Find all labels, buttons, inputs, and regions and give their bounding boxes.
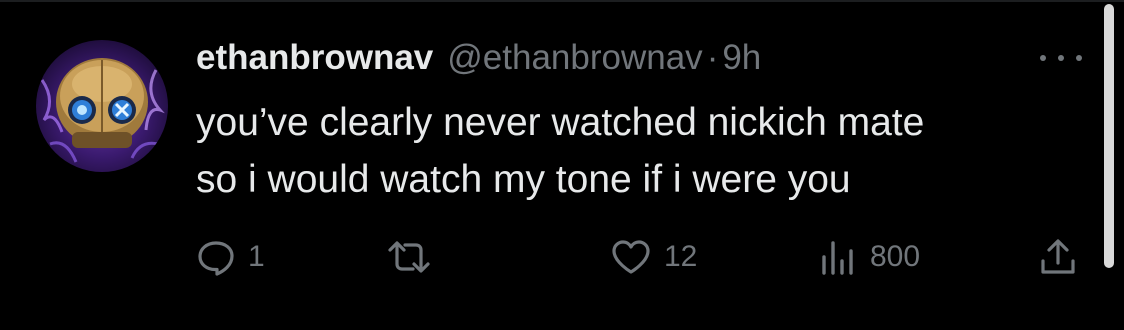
tweet-content: ethanbrownav @ethanbrownav · 9h you’ve c… bbox=[196, 38, 1076, 208]
more-dot-icon bbox=[1040, 55, 1046, 61]
reply-button[interactable]: 1 bbox=[196, 232, 265, 282]
more-dot-icon bbox=[1076, 55, 1082, 61]
share-button[interactable] bbox=[1038, 232, 1078, 282]
display-name[interactable]: ethanbrownav bbox=[196, 38, 433, 78]
like-count: 12 bbox=[664, 240, 698, 273]
timestamp[interactable]: 9h bbox=[722, 38, 761, 78]
share-icon bbox=[1038, 237, 1078, 277]
user-handle[interactable]: @ethanbrownav bbox=[447, 38, 702, 78]
tweet-actions: 1 12 800 bbox=[196, 232, 1076, 282]
tweet-text-line-1: you’ve clearly never watched nickich mat… bbox=[196, 101, 925, 144]
tweet-text-line-2: so i would watch my tone if i were you bbox=[196, 158, 851, 201]
scrollbar[interactable] bbox=[1104, 4, 1114, 268]
separator-dot: · bbox=[706, 38, 719, 77]
retweet-button[interactable] bbox=[386, 232, 444, 282]
avatar[interactable] bbox=[36, 40, 168, 172]
retweet-icon bbox=[386, 237, 432, 277]
like-button[interactable]: 12 bbox=[610, 232, 697, 282]
tweet-header: ethanbrownav @ethanbrownav · 9h bbox=[196, 38, 1076, 88]
robot-avatar-icon bbox=[40, 58, 165, 163]
reply-icon bbox=[196, 237, 236, 277]
views-button[interactable]: 800 bbox=[818, 232, 920, 282]
views-chart-icon bbox=[818, 237, 858, 277]
more-options-button[interactable] bbox=[1036, 48, 1086, 68]
more-dot-icon bbox=[1058, 55, 1064, 61]
views-count: 800 bbox=[870, 240, 921, 273]
tweet[interactable]: ethanbrownav @ethanbrownav · 9h you’ve c… bbox=[0, 0, 1124, 330]
tweet-text: you’ve clearly never watched nickich mat… bbox=[196, 94, 1076, 208]
heart-icon bbox=[610, 237, 652, 277]
reply-count: 1 bbox=[248, 240, 265, 273]
